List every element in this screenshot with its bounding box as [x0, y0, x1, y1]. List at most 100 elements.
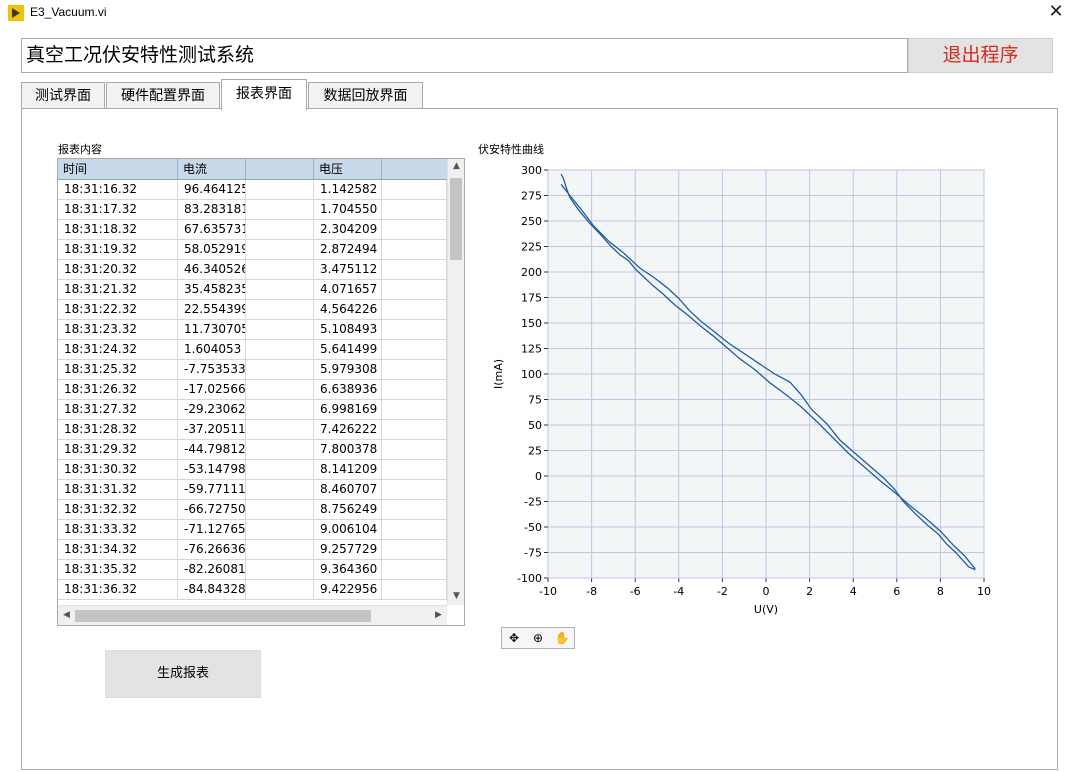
table-row[interactable]: 18:31:26.32-17.025660 6.638936	[58, 380, 447, 400]
table-cell[interactable]: 9.257729	[314, 540, 382, 560]
table-cell[interactable]: 8.460707	[314, 480, 382, 500]
vertical-scroll-thumb[interactable]	[450, 178, 462, 260]
cursor-move-icon[interactable]: ✥	[504, 630, 524, 647]
table-cell[interactable]: -84.843287	[178, 580, 246, 600]
table-cell[interactable]: -29.230628	[178, 400, 246, 420]
table-cell[interactable]: 4.071657	[314, 280, 382, 300]
table-cell[interactable]	[246, 200, 314, 220]
table-cell[interactable]	[246, 400, 314, 420]
table-cell[interactable]: 46.340526	[178, 260, 246, 280]
generate-report-button[interactable]: 生成报表	[105, 650, 261, 698]
scroll-up-icon[interactable]: ▲	[448, 161, 464, 171]
table-cell[interactable]	[382, 500, 447, 520]
table-cell[interactable]: 18:31:34.32	[58, 540, 178, 560]
column-header-voltage[interactable]: 电压	[314, 159, 382, 180]
close-icon[interactable]: ✕	[1040, 0, 1072, 26]
table-cell[interactable]: 8.141209	[314, 460, 382, 480]
table-cell[interactable]: 11.730705	[178, 320, 246, 340]
table-cell[interactable]	[382, 180, 447, 200]
table-cell[interactable]: 18:31:30.32	[58, 460, 178, 480]
table-cell[interactable]	[382, 360, 447, 380]
table-cell[interactable]: -59.771117	[178, 480, 246, 500]
table-cell[interactable]	[246, 280, 314, 300]
pan-hand-icon[interactable]: ✋	[552, 630, 572, 647]
table-cell[interactable]	[246, 340, 314, 360]
table-cell[interactable]: -82.260817	[178, 560, 246, 580]
table-cell[interactable]	[246, 520, 314, 540]
column-header-time[interactable]: 时间	[58, 159, 178, 180]
table-row[interactable]: 18:31:30.32-53.147984 8.141209	[58, 460, 447, 480]
table-cell[interactable]: 1.142582	[314, 180, 382, 200]
table-cell[interactable]: 5.641499	[314, 340, 382, 360]
vertical-scrollbar[interactable]: ▲ ▼	[447, 159, 464, 605]
table-cell[interactable]	[246, 540, 314, 560]
table-cell[interactable]	[382, 540, 447, 560]
table-cell[interactable]: 18:31:21.32	[58, 280, 178, 300]
table-cell[interactable]	[382, 460, 447, 480]
table-cell[interactable]: 18:31:19.32	[58, 240, 178, 260]
table-row[interactable]: 18:31:20.32 46.340526 3.475112	[58, 260, 447, 280]
table-cell[interactable]: -76.266360	[178, 540, 246, 560]
table-cell[interactable]: -53.147984	[178, 460, 246, 480]
table-cell[interactable]: 2.872494	[314, 240, 382, 260]
table-cell[interactable]	[246, 180, 314, 200]
table-row[interactable]: 18:31:18.32 67.635731 2.304209	[58, 220, 447, 240]
table-cell[interactable]: 18:31:26.32	[58, 380, 178, 400]
table-row[interactable]: 18:31:35.32-82.260817 9.364360	[58, 560, 447, 580]
table-row[interactable]: 18:31:23.32 11.730705 5.108493	[58, 320, 447, 340]
table-row[interactable]: 18:31:24.32 1.604053 5.641499	[58, 340, 447, 360]
table-cell[interactable]: -7.753533	[178, 360, 246, 380]
table-cell[interactable]	[246, 360, 314, 380]
table-cell[interactable]: 8.756249	[314, 500, 382, 520]
column-header-current[interactable]: 电流	[178, 159, 246, 180]
table-cell[interactable]: 18:31:29.32	[58, 440, 178, 460]
table-row[interactable]: 18:31:21.32 35.458235 4.071657	[58, 280, 447, 300]
table-cell[interactable]	[382, 220, 447, 240]
table-cell[interactable]	[246, 420, 314, 440]
table-cell[interactable]	[382, 320, 447, 340]
table-cell[interactable]: -71.127659	[178, 520, 246, 540]
zoom-icon[interactable]: ⊕	[528, 630, 548, 647]
column-header-empty[interactable]	[246, 159, 314, 180]
table-row[interactable]: 18:31:19.32 58.052919 2.872494	[58, 240, 447, 260]
table-row[interactable]: 18:31:22.32 22.554399 4.564226	[58, 300, 447, 320]
table-cell[interactable]: 18:31:22.32	[58, 300, 178, 320]
table-cell[interactable]	[382, 280, 447, 300]
table-cell[interactable]: 18:31:31.32	[58, 480, 178, 500]
horizontal-scrollbar[interactable]: ◀ ▶	[58, 605, 447, 625]
table-cell[interactable]	[246, 260, 314, 280]
table-cell[interactable]: -17.025660	[178, 380, 246, 400]
table-cell[interactable]: 9.006104	[314, 520, 382, 540]
table-row[interactable]: 18:31:31.32-59.771117 8.460707	[58, 480, 447, 500]
table-cell[interactable]	[382, 380, 447, 400]
table-cell[interactable]: 1.704550	[314, 200, 382, 220]
horizontal-scroll-thumb[interactable]	[75, 610, 371, 622]
table-cell[interactable]: 18:31:17.32	[58, 200, 178, 220]
table-cell[interactable]: 35.458235	[178, 280, 246, 300]
tab-data-replay[interactable]: 数据回放界面	[308, 82, 423, 109]
table-cell[interactable]: 58.052919	[178, 240, 246, 260]
table-cell[interactable]: 9.422956	[314, 580, 382, 600]
table-row[interactable]: 18:31:33.32-71.127659 9.006104	[58, 520, 447, 540]
table-row[interactable]: 18:31:27.32-29.230628 6.998169	[58, 400, 447, 420]
table-cell[interactable]: 9.364360	[314, 560, 382, 580]
table-cell[interactable]: 18:31:35.32	[58, 560, 178, 580]
table-row[interactable]: 18:31:32.32-66.727500 8.756249	[58, 500, 447, 520]
table-cell[interactable]	[382, 560, 447, 580]
table-cell[interactable]	[246, 560, 314, 580]
table-cell[interactable]: 3.475112	[314, 260, 382, 280]
table-row[interactable]: 18:31:25.32 -7.753533 5.979308	[58, 360, 447, 380]
table-cell[interactable]: 18:31:33.32	[58, 520, 178, 540]
table-cell[interactable]: 18:31:20.32	[58, 260, 178, 280]
report-table[interactable]: 时间 电流 电压 18:31:16.32 96.464125 1.142582 18:…	[57, 158, 465, 626]
table-row[interactable]: 18:31:28.32-37.205115 7.426222	[58, 420, 447, 440]
table-row[interactable]: 18:31:17.32 83.283181 1.704550	[58, 200, 447, 220]
table-cell[interactable]	[382, 340, 447, 360]
table-row[interactable]: 18:31:29.32-44.798120 7.800378	[58, 440, 447, 460]
table-cell[interactable]: 1.604053	[178, 340, 246, 360]
table-cell[interactable]	[382, 400, 447, 420]
table-cell[interactable]	[246, 320, 314, 340]
table-cell[interactable]	[382, 420, 447, 440]
table-cell[interactable]: 7.800378	[314, 440, 382, 460]
table-cell[interactable]: 18:31:25.32	[58, 360, 178, 380]
